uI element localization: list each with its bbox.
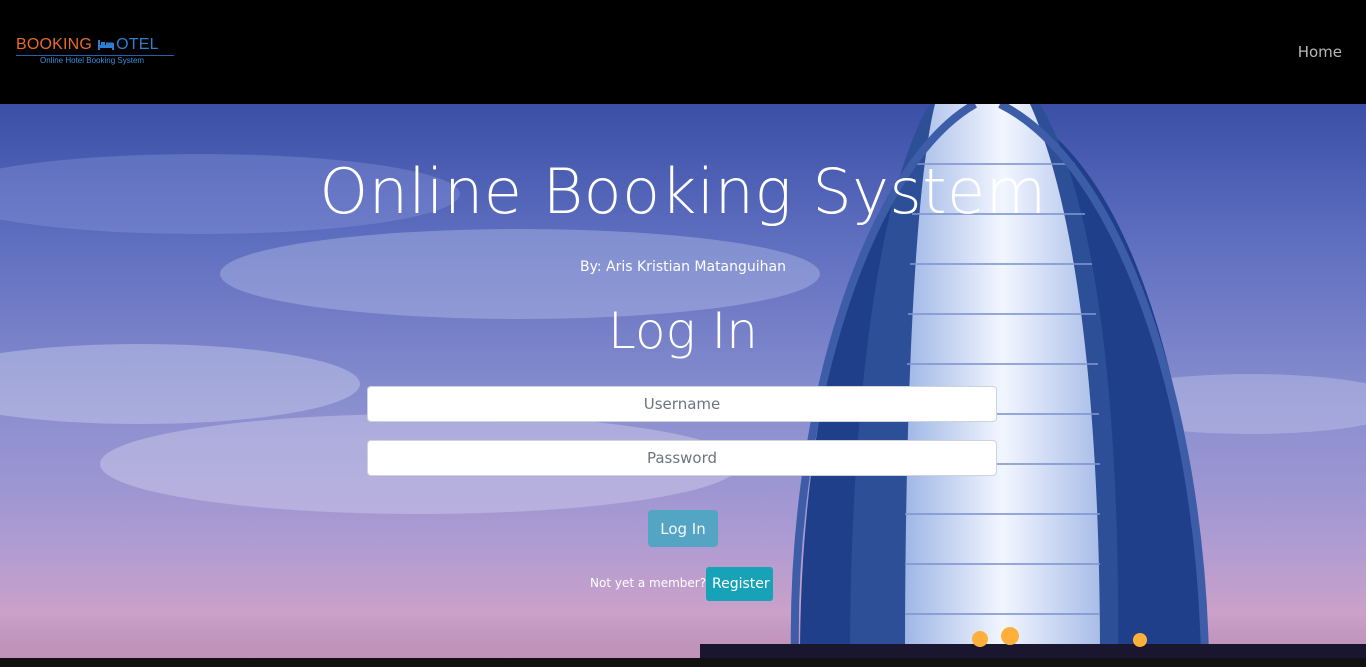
login-button[interactable]: Log In [648,510,718,547]
logo-tagline: Online Hotel Booking System [40,56,145,65]
page-title: Online Booking System [319,155,1047,228]
logo-hotel-text: OTEL [116,36,159,53]
nav-home-link[interactable]: Home [1298,43,1342,61]
login-heading: Log In [608,302,758,360]
register-button[interactable]: Register [706,567,773,601]
bottom-bar [0,658,1366,667]
bed-icon [98,40,115,51]
username-input[interactable] [367,386,997,422]
password-input[interactable] [367,440,997,476]
logo-booking-text: BOOKING [16,36,93,53]
author-byline: By: Aris Kristian Matanguihan [580,259,786,275]
navbar: BOOKING OTEL Online Hotel Booking System … [0,0,1366,104]
site-logo[interactable]: BOOKING OTEL Online Hotel Booking System [16,36,186,70]
logo-wordmark: BOOKING OTEL [16,36,159,54]
member-prompt: Not yet a member? [590,576,707,590]
